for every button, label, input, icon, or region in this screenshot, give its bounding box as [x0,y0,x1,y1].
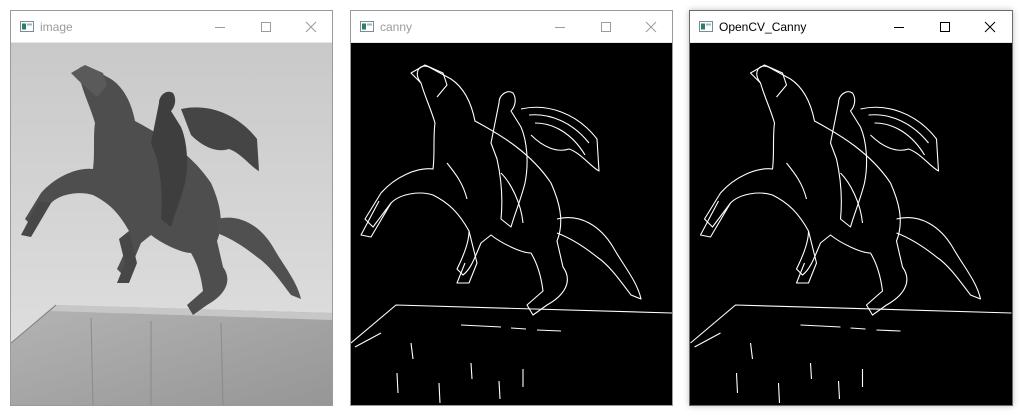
canny-window[interactable]: canny [350,10,673,406]
opencv-canny-window[interactable]: OpenCV_Canny [689,10,1013,406]
close-icon [305,21,317,33]
statue-photo [11,43,332,405]
opencv-window-icon [360,21,374,32]
minimize-button[interactable] [537,11,583,42]
opencv-window-icon [699,21,713,32]
window-title: canny [380,20,413,34]
opencv-canny-canvas [690,43,1012,405]
image-window[interactable]: image [10,10,333,406]
title-bar[interactable]: OpenCV_Canny [690,11,1012,43]
window-title: OpenCV_Canny [719,20,807,34]
maximize-button[interactable] [243,11,289,42]
edge-map [351,43,672,405]
close-button[interactable] [628,11,672,42]
title-bar[interactable]: image [11,11,332,43]
maximize-icon [940,22,950,32]
minimize-icon [215,27,225,28]
maximize-button[interactable] [583,11,629,42]
close-button[interactable] [967,11,1012,42]
maximize-button[interactable] [922,11,968,42]
minimize-icon [555,27,565,28]
edge-map [690,43,1012,405]
close-icon [645,21,657,33]
close-icon [984,21,996,33]
title-bar[interactable]: canny [351,11,672,43]
image-canvas [11,43,332,405]
opencv-window-icon [20,21,34,32]
maximize-icon [601,22,611,32]
minimize-button[interactable] [197,11,243,42]
close-button[interactable] [288,11,332,42]
minimize-button[interactable] [876,11,922,42]
maximize-icon [261,22,271,32]
minimize-icon [894,27,904,28]
canny-canvas [351,43,672,405]
window-title: image [40,20,73,34]
